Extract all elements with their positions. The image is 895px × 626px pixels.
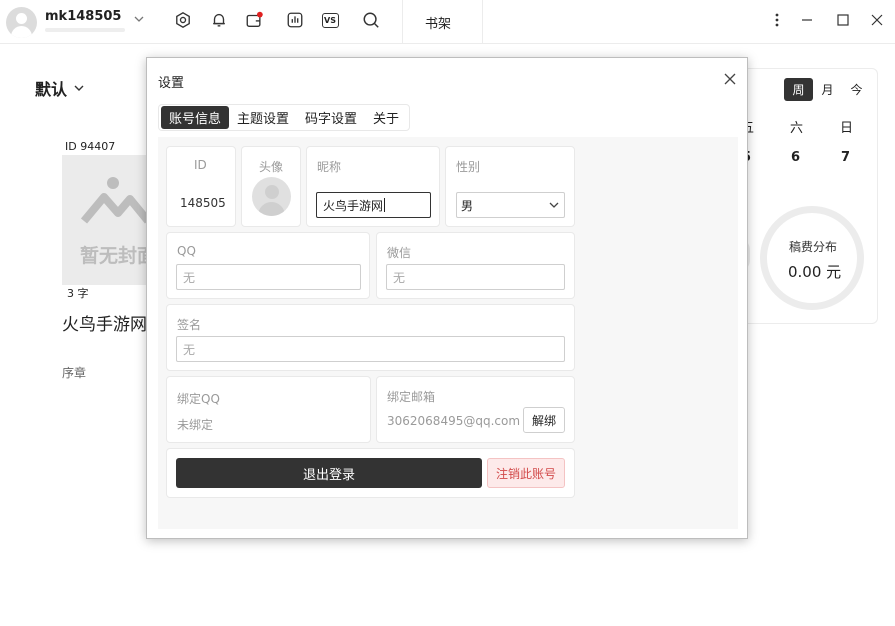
sort-label: 默认 [35, 80, 68, 99]
wechat-cell: 微信 无 [376, 232, 575, 299]
bell-icon[interactable] [209, 10, 229, 30]
weekday-label: 日 [840, 121, 854, 136]
wechat-input[interactable]: 无 [386, 264, 565, 290]
day-number: 6 [791, 150, 801, 165]
vs-icon[interactable]: VS [320, 10, 340, 30]
book-id: ID 94407 [65, 140, 116, 153]
nickname-cell: 昵称 火鸟手游网 [306, 146, 440, 227]
word-count: 3 字 [67, 287, 89, 300]
more-icon[interactable] [769, 12, 785, 28]
qq-label: QQ [177, 244, 196, 258]
settings-tabs: 账号信息 主题设置 码字设置 关于 [158, 104, 411, 131]
minimize-icon[interactable] [799, 12, 815, 28]
gender-cell: 性别 男 [445, 146, 575, 227]
id-cell: ID 148505 [166, 146, 236, 227]
wallet-icon[interactable] [244, 10, 264, 30]
user-avatar[interactable] [6, 7, 37, 38]
tab-divider [402, 0, 403, 44]
qq-input[interactable]: 无 [176, 264, 361, 290]
close-window-icon[interactable] [869, 12, 885, 28]
bind-qq-cell: 绑定QQ 未绑定 [166, 376, 371, 443]
nickname-label: 昵称 [317, 160, 342, 174]
weekday-label: 六 [790, 121, 804, 136]
signature-cell: 签名 无 [166, 304, 575, 371]
period-switch: 周 月 今 [784, 78, 871, 101]
gender-select[interactable]: 男 [456, 192, 565, 218]
chevron-down-icon[interactable] [133, 13, 145, 25]
day-number: 7 [841, 150, 851, 165]
period-month[interactable]: 月 [813, 78, 842, 101]
cover-placeholder-text: 暂无封面 [80, 245, 148, 267]
settings-dialog: 设置 账号信息 主题设置 码字设置 关于 ID 148505 头像 昵称 火鸟手… [146, 57, 748, 539]
period-week[interactable]: 周 [784, 78, 813, 101]
chevron-down-icon [74, 85, 84, 91]
tab-about[interactable]: 关于 [365, 106, 407, 129]
tab-account-info[interactable]: 账号信息 [161, 106, 230, 129]
ring-title: 稿费分布 [789, 240, 838, 254]
close-icon[interactable] [722, 71, 738, 87]
image-placeholder-icon [80, 177, 148, 224]
top-bar: mk148505 VS 书架 [0, 0, 895, 44]
chart-icon[interactable] [285, 10, 305, 30]
id-label: ID [194, 158, 207, 172]
ring-value: 0.00 元 [788, 263, 842, 281]
book-chapter: 序章 [62, 366, 87, 380]
user-level-bar [45, 28, 125, 32]
chevron-down-icon [549, 202, 559, 208]
logout-button[interactable]: 退出登录 [176, 458, 482, 488]
gender-value: 男 [461, 198, 474, 213]
signature-label: 签名 [177, 318, 202, 332]
maximize-icon[interactable] [835, 12, 851, 28]
earnings-ring-chart [760, 206, 864, 310]
dialog-title: 设置 [158, 76, 185, 91]
bind-qq-label: 绑定QQ [177, 392, 220, 406]
tab-writing-settings[interactable]: 码字设置 [297, 106, 365, 129]
tab-bookshelf[interactable]: 书架 [425, 13, 451, 32]
delete-account-button[interactable]: 注销此账号 [487, 458, 565, 488]
nickname-value: 火鸟手游网 [323, 198, 384, 213]
unbind-email-button[interactable]: 解绑 [523, 407, 565, 433]
avatar-label: 头像 [259, 160, 284, 174]
avatar-cell: 头像 [241, 146, 301, 227]
book-title[interactable]: 火鸟手游网 [62, 310, 147, 335]
settings-icon[interactable] [173, 10, 193, 30]
actions-cell: 退出登录 注销此账号 [166, 448, 575, 498]
bind-email-value: 3062068495@qq.com [387, 414, 521, 428]
wechat-label: 微信 [387, 246, 412, 260]
signature-input[interactable]: 无 [176, 336, 565, 362]
period-today[interactable]: 今 [842, 78, 871, 101]
bind-qq-status: 未绑定 [177, 418, 214, 432]
search-icon[interactable] [361, 10, 381, 30]
bind-email-label: 绑定邮箱 [387, 390, 436, 404]
sort-dropdown[interactable]: 默认 [35, 76, 85, 100]
avatar[interactable] [252, 177, 291, 216]
id-value: 148505 [180, 196, 226, 210]
gender-label: 性别 [456, 160, 481, 174]
nickname-input[interactable]: 火鸟手游网 [316, 192, 431, 218]
vs-icon-label: VS [321, 12, 339, 28]
book-cover[interactable]: 暂无封面 [62, 155, 148, 285]
tab-divider [482, 0, 483, 44]
account-panel: ID 148505 头像 昵称 火鸟手游网 性别 男 QQ 无 微信 无 签名 … [158, 137, 738, 529]
username[interactable]: mk148505 [45, 9, 121, 24]
bind-email-cell: 绑定邮箱 3062068495@qq.com 解绑 [376, 376, 575, 443]
qq-cell: QQ 无 [166, 232, 370, 299]
tab-theme-settings[interactable]: 主题设置 [229, 106, 297, 129]
